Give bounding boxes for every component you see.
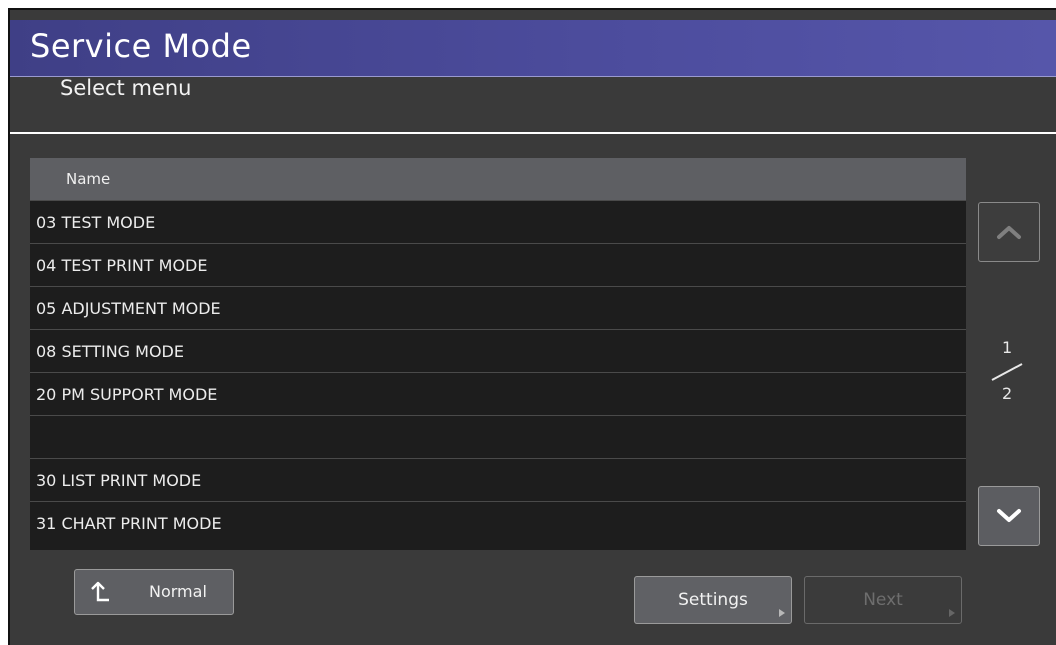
list-item[interactable]: 03 TEST MODE <box>30 200 966 243</box>
list-item-label: 04 TEST PRINT MODE <box>36 256 208 275</box>
next-button-label: Next <box>863 590 903 610</box>
list-item-empty <box>30 415 966 458</box>
settings-button-label: Settings <box>678 590 748 610</box>
column-header-name[interactable]: Name <box>30 158 966 200</box>
scroll-up-button[interactable] <box>978 202 1040 262</box>
scroll-down-button[interactable] <box>978 486 1040 546</box>
current-page: 1 <box>1002 338 1013 357</box>
list-item-label: 20 PM SUPPORT MODE <box>36 385 218 404</box>
menu-list: Name 03 TEST MODE 04 TEST PRINT MODE 05 … <box>30 158 966 550</box>
page-title: Service Mode <box>30 27 252 65</box>
page-subtitle: Select menu <box>60 76 192 100</box>
page-separator <box>991 363 1023 381</box>
list-item[interactable]: 05 ADJUSTMENT MODE <box>30 286 966 329</box>
list-item[interactable]: 31 CHART PRINT MODE <box>30 501 966 544</box>
chevron-up-icon <box>997 226 1021 239</box>
normal-button-label: Normal <box>149 582 207 601</box>
list-item-label: 31 CHART PRINT MODE <box>36 514 222 533</box>
list-item-label: 08 SETTING MODE <box>36 342 184 361</box>
divider <box>10 132 1056 134</box>
corner-triangle-icon <box>779 609 785 617</box>
service-mode-screen: Service Mode Select menu Name 03 TEST MO… <box>8 8 1056 645</box>
list-item[interactable]: 08 SETTING MODE <box>30 329 966 372</box>
list-item-label: 30 LIST PRINT MODE <box>36 471 202 490</box>
page-indicator: 1 2 <box>988 338 1028 408</box>
normal-button[interactable]: Normal <box>74 569 234 615</box>
settings-button[interactable]: Settings <box>634 576 792 624</box>
next-button[interactable]: Next <box>804 576 962 624</box>
corner-triangle-icon <box>949 609 955 617</box>
list-item[interactable]: 30 LIST PRINT MODE <box>30 458 966 501</box>
chevron-down-icon <box>997 509 1021 522</box>
list-item-label: 03 TEST MODE <box>36 213 156 232</box>
list-item[interactable]: 20 PM SUPPORT MODE <box>30 372 966 415</box>
title-bar: Service Mode <box>10 20 1056 77</box>
list-item[interactable]: 04 TEST PRINT MODE <box>30 243 966 286</box>
list-item-label: 05 ADJUSTMENT MODE <box>36 299 221 318</box>
total-pages: 2 <box>1002 384 1013 403</box>
return-arrow-icon <box>91 581 109 602</box>
